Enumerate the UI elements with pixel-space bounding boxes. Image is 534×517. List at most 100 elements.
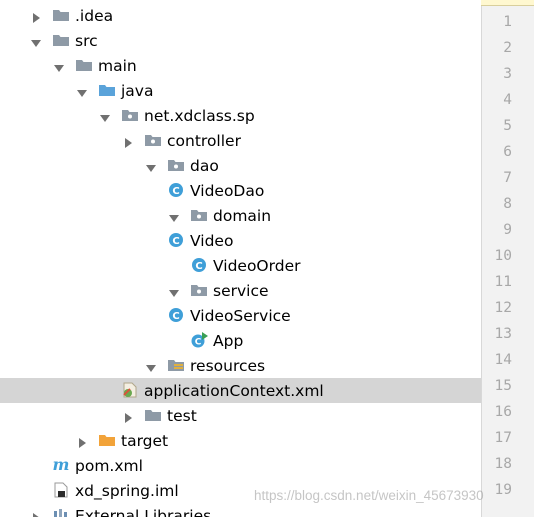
tree-row[interactable]: controller [0, 128, 481, 153]
class-icon: C [190, 257, 208, 273]
line-number: 11 [494, 274, 512, 290]
package-icon [121, 107, 139, 123]
expand-arrow-down-icon[interactable] [168, 209, 180, 222]
class-icon: C [167, 307, 185, 323]
tree-row[interactable]: domain [0, 203, 481, 228]
line-number: 7 [503, 170, 512, 186]
line-number: 15 [494, 378, 512, 394]
tree-row-label: applicationContext.xml [144, 382, 324, 400]
resources-folder-icon [167, 357, 185, 373]
tree-row[interactable]: src [0, 28, 481, 53]
tree-row[interactable]: applicationContext.xml [0, 378, 481, 403]
line-number: 16 [494, 404, 512, 420]
expand-arrow-down-icon[interactable] [30, 34, 42, 47]
tree-row-label: Video [190, 232, 234, 250]
folder-icon [52, 32, 70, 48]
expand-arrow-down-icon[interactable] [145, 159, 157, 172]
ide-window: .idea src main java net.xdclass.sp controller… [0, 0, 534, 517]
tree-row-label: VideoOrder [213, 257, 301, 275]
tree-row[interactable]: main [0, 53, 481, 78]
tree-row[interactable]: C VideoOrder [0, 253, 481, 278]
source-folder-icon [98, 82, 116, 98]
svg-text:C: C [172, 311, 179, 322]
spring-xml-icon [121, 382, 139, 398]
line-number: 19 [494, 482, 512, 498]
line-number: 6 [503, 144, 512, 160]
folder-icon [52, 7, 70, 23]
line-number: 14 [494, 352, 512, 368]
line-number: 12 [494, 300, 512, 316]
tree-row[interactable]: m pom.xml [0, 453, 481, 478]
svg-text:m: m [53, 457, 70, 473]
expand-arrow-right-icon[interactable] [30, 9, 42, 23]
expand-arrow-right-icon[interactable] [30, 509, 42, 517]
tree-row-label: VideoService [190, 307, 291, 325]
tree-row-label: main [98, 57, 137, 75]
tree-row[interactable]: net.xdclass.sp [0, 103, 481, 128]
svg-text:C: C [195, 261, 202, 272]
package-icon [190, 282, 208, 298]
expand-arrow-down-icon[interactable] [145, 359, 157, 372]
expand-arrow-down-icon[interactable] [168, 284, 180, 297]
line-number: 1 [503, 14, 512, 30]
tree-row-label: test [167, 407, 197, 425]
line-number: 4 [503, 92, 512, 108]
tree-row[interactable]: C VideoService [0, 303, 481, 328]
tree-row[interactable]: resources [0, 353, 481, 378]
expand-arrow-down-icon[interactable] [76, 84, 88, 97]
svg-text:C: C [172, 186, 179, 197]
tree-row[interactable]: test [0, 403, 481, 428]
expand-arrow-down-icon[interactable] [53, 59, 65, 72]
folder-icon [144, 407, 162, 423]
watermark: https://blog.csdn.net/weixin_45673930 [254, 488, 484, 503]
tree-row-label: controller [167, 132, 241, 150]
expand-arrow-right-icon[interactable] [122, 134, 134, 148]
tree-row-label: .idea [75, 7, 114, 25]
tree-row[interactable]: C App [0, 328, 481, 353]
line-number: 17 [494, 430, 512, 446]
tree-row-label: service [213, 282, 269, 300]
class-icon: C [167, 232, 185, 248]
maven-icon: m [52, 455, 70, 474]
tree-row[interactable]: C Video [0, 228, 481, 253]
editor-tab-strip [481, 0, 534, 6]
tree-row-label: java [121, 82, 154, 100]
tree-row-label: xd_spring.iml [75, 482, 179, 500]
package-icon [144, 132, 162, 148]
project-tree[interactable]: .idea src main java net.xdclass.sp controller… [0, 0, 481, 517]
iml-file-icon [52, 482, 70, 498]
tree-row-label: resources [190, 357, 266, 375]
excluded-folder-icon [98, 432, 116, 448]
tree-row[interactable]: .idea [0, 3, 481, 28]
line-number: 3 [503, 66, 512, 82]
tree-row-label: External Libraries [75, 507, 212, 517]
libraries-icon [52, 507, 70, 517]
tree-row[interactable]: External Libraries [0, 503, 481, 517]
tree-row[interactable]: C VideoDao [0, 178, 481, 203]
line-number: 5 [503, 118, 512, 134]
tree-row-label: pom.xml [75, 457, 143, 475]
tree-row[interactable]: dao [0, 153, 481, 178]
folder-icon [75, 57, 93, 73]
tree-row-label: target [121, 432, 169, 450]
class-icon: C [167, 182, 185, 198]
line-number: 9 [503, 222, 512, 238]
package-icon [190, 207, 208, 223]
expand-arrow-right-icon[interactable] [122, 409, 134, 423]
tree-row[interactable]: java [0, 78, 481, 103]
tree-row[interactable]: target [0, 428, 481, 453]
line-number: 13 [494, 326, 512, 342]
tree-row-label: net.xdclass.sp [144, 107, 255, 125]
tree-row[interactable]: service [0, 278, 481, 303]
tree-row-label: dao [190, 157, 219, 175]
line-number: 2 [503, 40, 512, 56]
line-number: 10 [494, 248, 512, 264]
main-class-icon: C [190, 332, 208, 348]
expand-arrow-down-icon[interactable] [99, 109, 111, 122]
tree-row-label: App [213, 332, 244, 350]
package-icon [167, 157, 185, 173]
expand-arrow-right-icon[interactable] [76, 434, 88, 448]
tree-row-label: VideoDao [190, 182, 265, 200]
line-number-gutter: 1 2 3 4 5 6 7 8 9 10 11 12 13 14 15 16 17 18 19 [481, 0, 534, 517]
svg-text:C: C [172, 236, 179, 247]
